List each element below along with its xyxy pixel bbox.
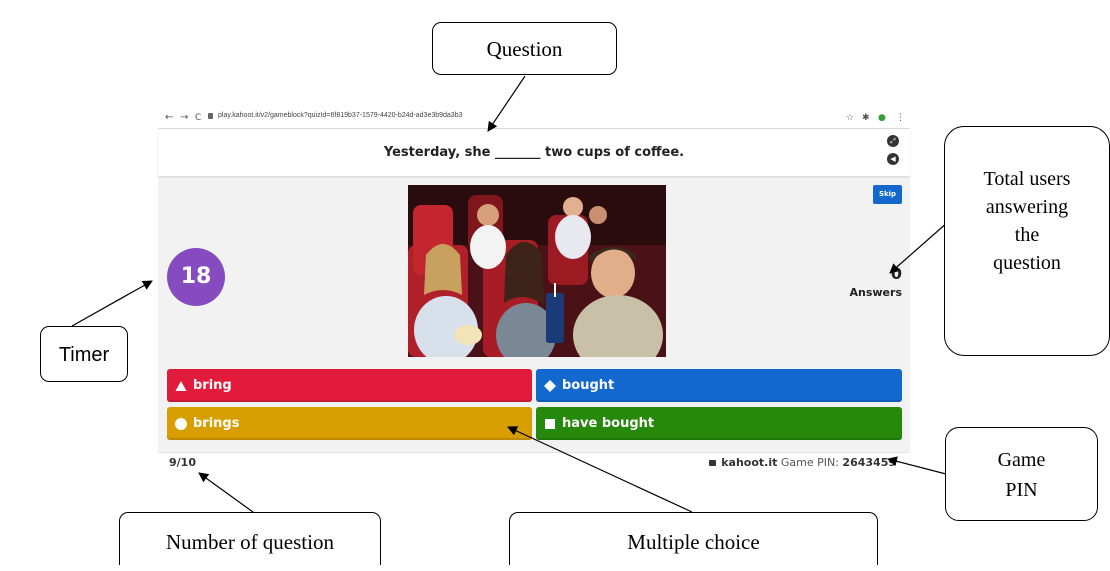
annotation-total-users: Total users answering the question	[944, 126, 1110, 356]
timer-arrow	[71, 280, 153, 327]
annotation-game-pin: Game PIN	[945, 427, 1098, 521]
annotation-number-of-question: Number of question	[119, 512, 381, 565]
annotation-line: the	[1014, 224, 1040, 246]
annotation-timer: Timer	[40, 326, 128, 382]
annotation-line: Total users	[983, 168, 1071, 190]
total-users-arrow	[889, 221, 949, 274]
annotation-question: Question	[432, 22, 617, 75]
annotation-multiple-choice: Multiple choice	[509, 512, 878, 565]
annotation-line: PIN	[1005, 479, 1038, 501]
number-of-question-arrow	[198, 472, 254, 513]
annotation-line: question	[993, 252, 1061, 274]
question-arrow	[487, 75, 526, 132]
multiple-choice-arrow	[507, 426, 693, 513]
annotation-line: answering	[985, 196, 1069, 218]
game-pin-arrow	[887, 456, 947, 475]
annotation-line: Game	[997, 449, 1046, 471]
